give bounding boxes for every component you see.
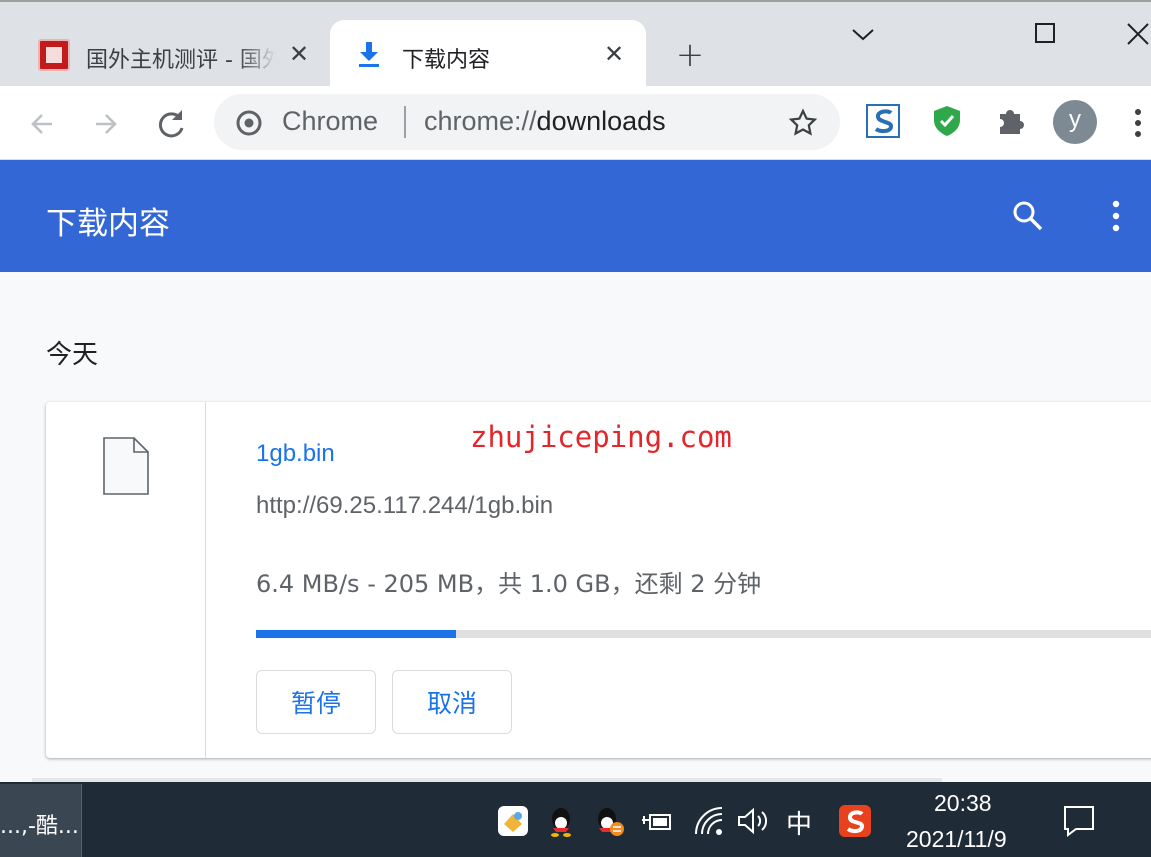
search-icon[interactable] [1010, 198, 1046, 234]
site-favicon-icon [38, 39, 70, 71]
omnibox-url[interactable]: chrome://downloads [424, 106, 666, 137]
clock-date[interactable]: 2021/11/9 [906, 826, 1007, 853]
tab-close-button[interactable]: ✕ [600, 40, 628, 68]
bookmark-star-icon[interactable] [788, 108, 818, 138]
ime-indicator[interactable]: 中 [786, 804, 812, 841]
download-item-card: 1gb.bin http://69.25.117.244/1gb.bin 6.4… [46, 402, 1151, 758]
toolbar: Chrome chrome://downloads y [0, 86, 1151, 160]
profile-avatar[interactable]: y [1053, 100, 1097, 144]
file-icon [103, 437, 149, 495]
file-icon-column [46, 402, 206, 758]
clock-time[interactable]: 20:38 [934, 790, 992, 817]
omnibox-divider [404, 106, 406, 138]
wifi-icon[interactable] [692, 804, 726, 838]
cancel-button[interactable]: 取消 [392, 670, 512, 734]
omnibox[interactable]: Chrome chrome://downloads [214, 94, 840, 150]
taskbar-app-button[interactable]: ...,-酷... [0, 784, 82, 857]
windows-taskbar: ...,-酷... 中 20:38 2021/11/9 [0, 782, 1151, 857]
url-host: downloads [536, 106, 666, 136]
page-title: 下载内容 [46, 206, 170, 242]
qq-penguin-icon[interactable] [544, 804, 578, 838]
battery-plug-icon[interactable] [640, 804, 674, 838]
download-status: 6.4 MB/s - 205 MB，共 1.0 GB，还剩 2 分钟 [256, 570, 762, 598]
maximize-icon[interactable] [1028, 16, 1064, 52]
reload-icon[interactable] [151, 104, 191, 144]
downloads-content: 今天 1gb.bin http://69.25.117.244/1gb.bin … [0, 272, 1151, 782]
sogou-input-icon[interactable] [838, 804, 872, 838]
volume-icon[interactable] [736, 804, 770, 838]
tab-strip: 国外主机测评 - 国外VPS，国外 ✕ 下载内容 ✕ + [0, 0, 1151, 88]
back-arrow-icon[interactable] [22, 104, 62, 144]
chevron-down-icon[interactable] [845, 16, 881, 52]
watermark: zhujiceping.com [470, 420, 732, 454]
download-icon [359, 42, 379, 67]
s-extension-icon[interactable] [866, 104, 900, 138]
downloads-header: 下载内容 [0, 160, 1151, 272]
window-close-icon[interactable] [1120, 16, 1151, 52]
chrome-logo-icon [236, 110, 262, 136]
shield-check-icon[interactable] [930, 104, 964, 138]
tab-close-button[interactable]: ✕ [285, 40, 313, 68]
forward-arrow-icon[interactable] [86, 104, 126, 144]
omnibox-site-label: Chrome [282, 106, 379, 136]
section-date: 今天 [46, 340, 99, 370]
tab-title: 国外主机测评 - 国外VPS，国外 [86, 48, 276, 73]
taskbar-app-label: ...,-酷... [0, 814, 79, 839]
pause-button[interactable]: 暂停 [256, 670, 376, 734]
download-progress-fill [256, 630, 457, 638]
notification-icon[interactable] [1062, 804, 1096, 838]
file-name-link[interactable]: 1gb.bin [256, 440, 335, 468]
menu-more-icon[interactable] [1128, 106, 1148, 140]
more-options-icon[interactable] [1102, 198, 1130, 234]
tab-downloads[interactable]: 下载内容 ✕ [330, 20, 646, 88]
puzzle-icon[interactable] [994, 104, 1028, 138]
download-progress-bar [256, 630, 1151, 638]
qq-message-icon[interactable] [592, 804, 626, 838]
url-scheme: chrome:// [424, 106, 537, 136]
tray-app-icon[interactable] [496, 804, 530, 838]
file-source-url[interactable]: http://69.25.117.244/1gb.bin [256, 492, 553, 520]
tab-zhujiceping[interactable]: 国外主机测评 - 国外VPS，国外 ✕ [0, 20, 330, 88]
new-tab-button[interactable]: + [672, 38, 708, 74]
tab-title: 下载内容 [402, 48, 491, 73]
